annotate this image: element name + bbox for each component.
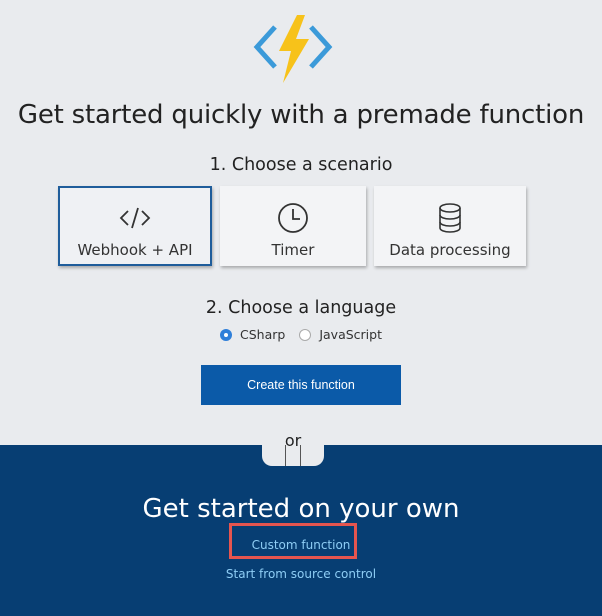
scenario-card-data-processing[interactable]: Data processing (374, 186, 526, 266)
azure-functions-logo-icon (253, 15, 333, 83)
database-icon (374, 202, 526, 234)
scenario-card-label: Webhook + API (77, 241, 193, 259)
language-radio-group: CSharp JavaScript (0, 327, 602, 342)
scenario-card-timer[interactable]: Timer (220, 186, 366, 266)
scenario-card-webhook-api[interactable]: Webhook + API (58, 186, 212, 266)
custom-function-link[interactable]: Custom function (0, 538, 602, 552)
radio-unselected-icon[interactable] (299, 328, 312, 341)
code-brackets-icon (60, 202, 210, 234)
radio-selected-icon[interactable] (220, 328, 232, 341)
radio-label: CSharp (240, 327, 286, 342)
separator-lines (285, 445, 301, 466)
clock-icon (220, 202, 366, 234)
language-label: 2. Choose a language (205, 298, 397, 318)
source-control-link[interactable]: Start from source control (0, 567, 602, 581)
radio-javascript[interactable]: JavaScript (299, 327, 382, 342)
scenario-label: 1. Choose a scenario (209, 155, 393, 175)
page-title: Get started quickly with a premade funct… (17, 100, 585, 130)
scenario-card-label: Data processing (389, 241, 511, 259)
radio-csharp[interactable]: CSharp (220, 327, 285, 342)
or-separator: or (262, 429, 324, 466)
create-function-button[interactable]: Create this function (201, 365, 401, 405)
radio-label: JavaScript (319, 327, 382, 342)
own-section-title: Get started on your own (142, 494, 460, 524)
scenario-card-label: Timer (271, 241, 315, 259)
